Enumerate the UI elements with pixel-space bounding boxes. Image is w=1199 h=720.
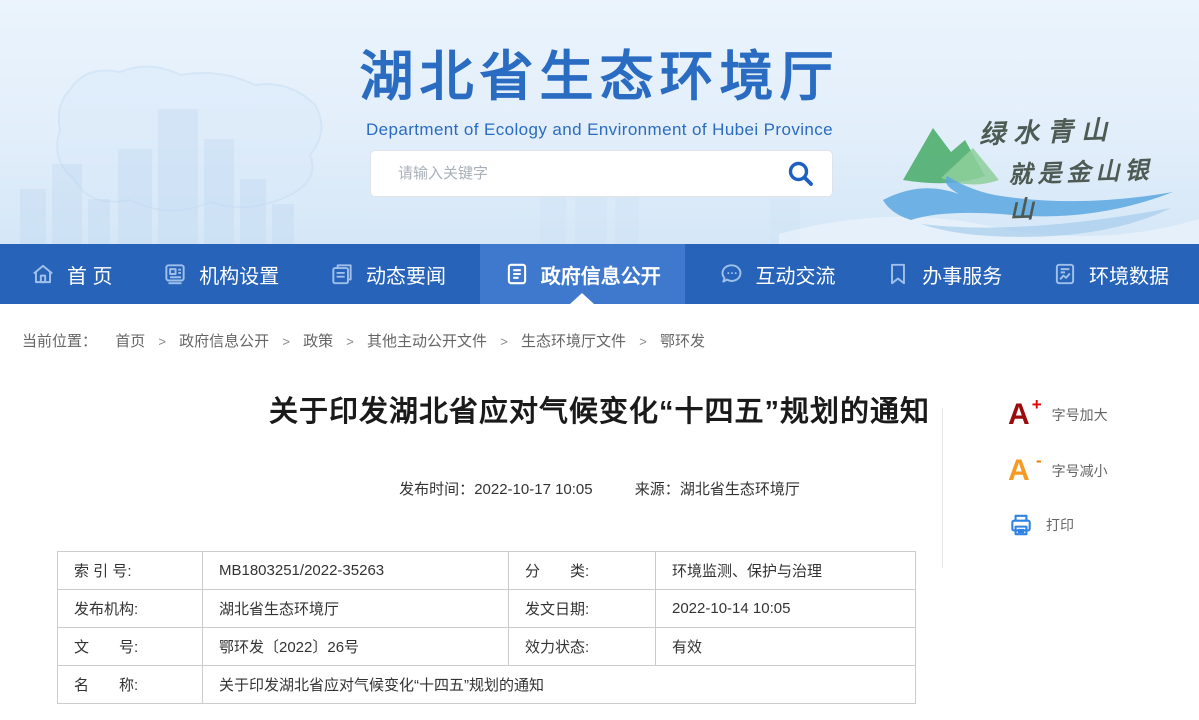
chat-bubble-icon	[719, 261, 745, 287]
publish-time-segment: 发布时间：2022-10-17 10:05	[399, 481, 592, 498]
page-tools: A+ 字号加大 A- 字号减小 打印	[1008, 400, 1188, 564]
page: 湖北省生态环境厅 Department of Ecology and Envir…	[0, 0, 1199, 720]
font-decrease-icon: A-	[1008, 456, 1040, 486]
document-meta-table: 索 引 号: MB1803251/2022-35263 分 类: 环境监测、保护…	[57, 551, 916, 704]
breadcrumb-prefix: 当前位置：	[22, 333, 97, 350]
category-value: 环境监测、保护与治理	[656, 552, 916, 590]
data-chart-icon	[1052, 261, 1078, 287]
breadcrumb-separator: >	[346, 334, 354, 349]
font-increase-button[interactable]: A+ 字号加大	[1008, 400, 1188, 430]
nav-item-interaction[interactable]: 互动交流	[703, 244, 852, 304]
nav-label: 机构设置	[199, 260, 279, 289]
source-value: 湖北省生态环境厅	[680, 481, 800, 498]
title-label: 名 称:	[58, 666, 203, 704]
font-decrease-label: 字号减小	[1052, 461, 1108, 481]
doc-number-label: 文 号:	[58, 628, 203, 666]
source-segment: 来源：湖北省生态环境厅	[635, 481, 800, 498]
breadcrumb-separator: >	[500, 334, 508, 349]
slogan-graphic: 绿水青山 就是金山银山	[881, 96, 1181, 244]
issuing-agency-value: 湖北省生态环境厅	[203, 590, 509, 628]
breadcrumb-separator: >	[282, 334, 290, 349]
nav-label: 政府信息公开	[541, 260, 661, 289]
nav-label: 动态要闻	[366, 260, 446, 289]
search-box	[370, 150, 833, 197]
breadcrumb-item-other-docs[interactable]: 其他主动公开文件	[367, 333, 487, 350]
font-decrease-button[interactable]: A- 字号减小	[1008, 456, 1188, 486]
slogan-line2: 就是金山银山	[1008, 149, 1182, 225]
breadcrumb-item-dept-docs[interactable]: 生态环境厅文件	[521, 333, 626, 350]
printer-icon	[1008, 512, 1034, 538]
main-nav: 首 页 机构设置 动态要闻 政府信息公开	[0, 244, 1199, 304]
table-row: 发布机构: 湖北省生态环境厅 发文日期: 2022-10-14 10:05	[58, 590, 916, 628]
nav-item-news[interactable]: 动态要闻	[313, 244, 462, 304]
publish-time-label: 发布时间：	[399, 481, 474, 498]
doc-number-value: 鄂环发〔2022〕26号	[203, 628, 509, 666]
nav-label: 办事服务	[922, 260, 1002, 289]
print-button[interactable]: 打印	[1008, 512, 1188, 538]
nav-label: 互动交流	[756, 260, 836, 289]
nav-item-org[interactable]: 机构设置	[146, 244, 295, 304]
table-row: 索 引 号: MB1803251/2022-35263 分 类: 环境监测、保护…	[58, 552, 916, 590]
table-row: 名 称: 关于印发湖北省应对气候变化“十四五”规划的通知	[58, 666, 916, 704]
print-label: 打印	[1046, 515, 1074, 535]
document-icon	[504, 261, 530, 287]
nav-item-services[interactable]: 办事服务	[869, 244, 1018, 304]
bookmark-icon	[885, 261, 911, 287]
breadcrumb: 当前位置： 首页 > 政府信息公开 > 政策 > 其他主动公开文件 > 生态环境…	[0, 304, 1199, 366]
home-icon	[30, 261, 56, 287]
title-value: 关于印发湖北省应对气候变化“十四五”规划的通知	[203, 666, 916, 704]
breadcrumb-separator: >	[158, 334, 166, 349]
font-increase-icon: A+	[1008, 400, 1040, 430]
slogan-line1: 绿水青山	[978, 110, 1115, 152]
publish-time-value: 2022-10-17 10:05	[474, 481, 592, 498]
index-number-value: MB1803251/2022-35263	[203, 552, 509, 590]
breadcrumb-item-home[interactable]: 首页	[115, 333, 145, 350]
index-number-label: 索 引 号:	[58, 552, 203, 590]
source-label: 来源：	[635, 481, 680, 498]
nav-label: 首 页	[67, 260, 113, 289]
breadcrumb-item-ehuanfa[interactable]: 鄂环发	[660, 333, 705, 350]
org-icon	[162, 261, 188, 287]
issuing-agency-label: 发布机构:	[58, 590, 203, 628]
font-increase-label: 字号加大	[1052, 405, 1108, 425]
sidebar-divider	[942, 408, 943, 568]
search-input[interactable]	[371, 151, 781, 196]
validity-label: 效力状态:	[509, 628, 656, 666]
nav-item-gov-info[interactable]: 政府信息公开	[480, 244, 685, 304]
nav-label: 环境数据	[1089, 260, 1169, 289]
issue-date-value: 2022-10-14 10:05	[656, 590, 916, 628]
site-header: 湖北省生态环境厅 Department of Ecology and Envir…	[0, 0, 1199, 244]
breadcrumb-item-gov-info[interactable]: 政府信息公开	[179, 333, 269, 350]
category-label: 分 类:	[509, 552, 656, 590]
breadcrumb-separator: >	[639, 334, 647, 349]
nav-item-env-data[interactable]: 环境数据	[1036, 244, 1185, 304]
table-row: 文 号: 鄂环发〔2022〕26号 效力状态: 有效	[58, 628, 916, 666]
validity-value: 有效	[656, 628, 916, 666]
article-main: 关于印发湖北省应对气候变化“十四五”规划的通知 发布时间：2022-10-17 …	[0, 388, 1199, 704]
nav-item-home[interactable]: 首 页	[14, 244, 129, 304]
breadcrumb-item-policy[interactable]: 政策	[303, 333, 333, 350]
search-icon[interactable]	[781, 160, 832, 187]
issue-date-label: 发文日期:	[509, 590, 656, 628]
news-icon	[329, 261, 355, 287]
